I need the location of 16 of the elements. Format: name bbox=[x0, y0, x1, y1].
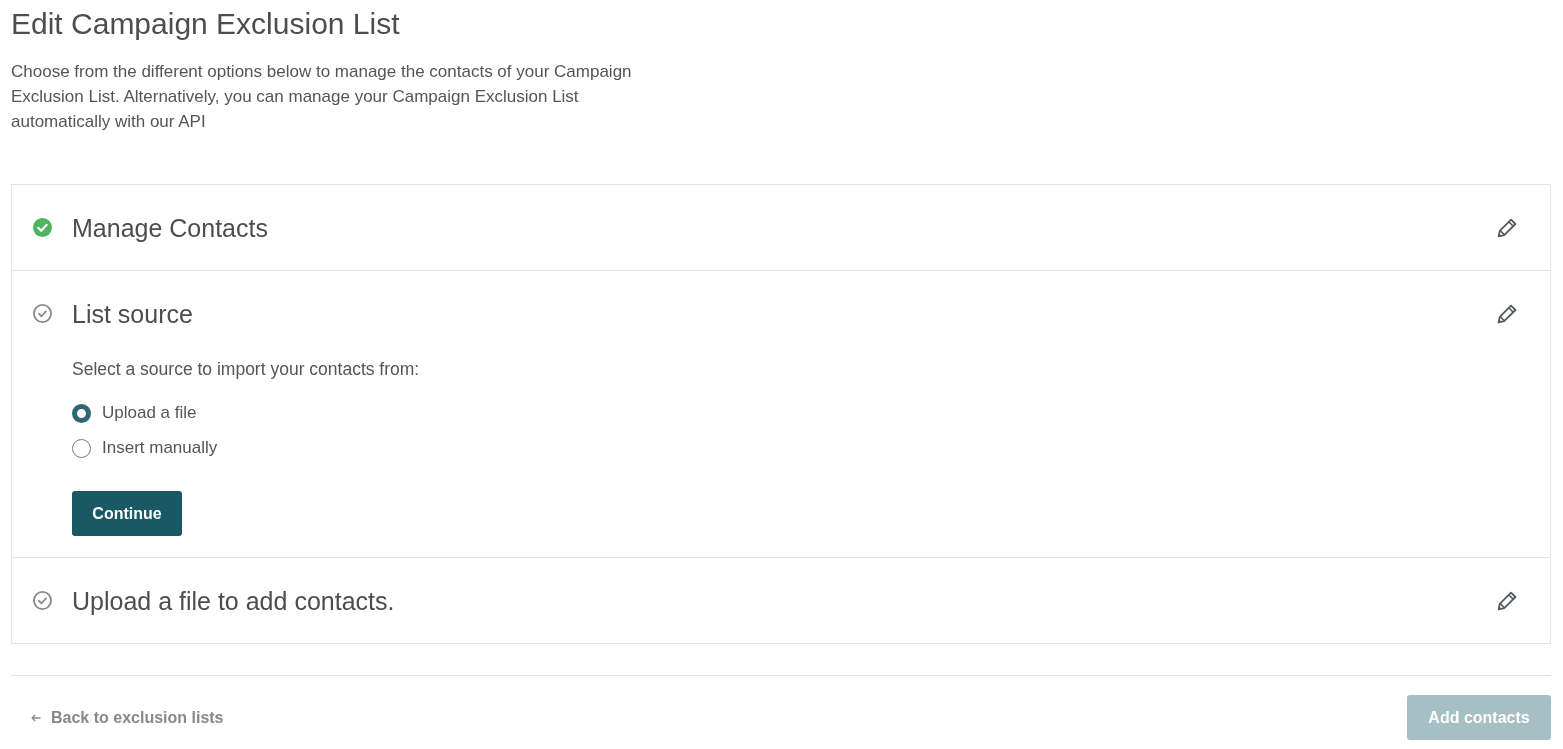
pencil-icon[interactable] bbox=[1497, 217, 1517, 238]
pencil-icon[interactable] bbox=[1497, 303, 1517, 324]
step-title: Manage Contacts bbox=[72, 212, 268, 243]
radio-button[interactable] bbox=[72, 403, 91, 423]
page-description: Choose from the different options below to manage the contacts of your Campaign Exclusion List. Alternatively, you can manage your Campaign Exclusion List automatically with our API bbox=[11, 61, 633, 133]
back-link[interactable]: Back to exclusion lists bbox=[31, 706, 224, 729]
source-prompt: Select a source to import your contacts from: bbox=[72, 358, 421, 381]
arrow-left-icon bbox=[31, 713, 41, 722]
step-title: List source bbox=[72, 298, 193, 329]
radio-button[interactable] bbox=[72, 438, 91, 458]
radio-option[interactable]: Upload a file bbox=[72, 401, 197, 425]
continue-button[interactable]: Continue bbox=[72, 491, 182, 536]
pencil-icon[interactable] bbox=[1497, 590, 1517, 611]
page-title: Edit Campaign Exclusion List bbox=[11, 6, 401, 42]
radio-option[interactable]: Insert manually bbox=[72, 436, 218, 460]
step-title: Upload a file to add contacts. bbox=[72, 585, 395, 616]
